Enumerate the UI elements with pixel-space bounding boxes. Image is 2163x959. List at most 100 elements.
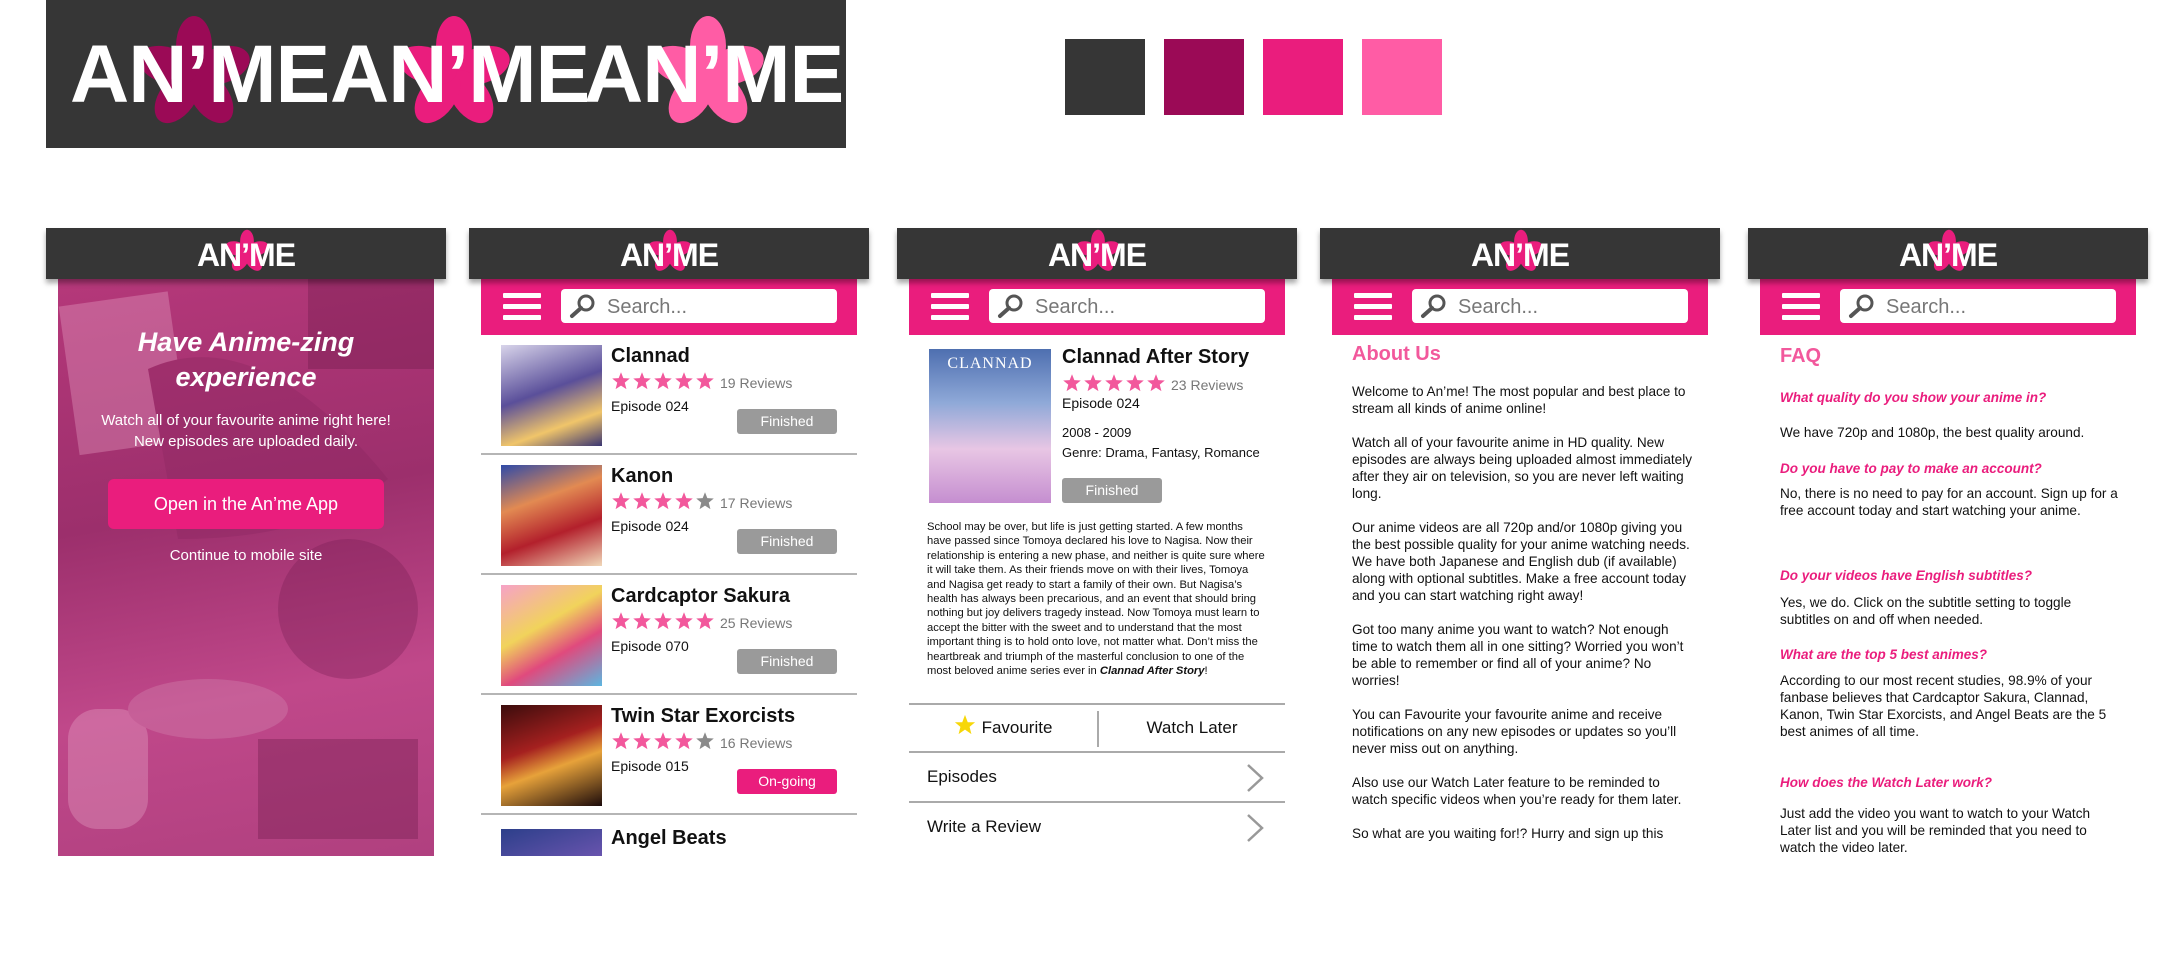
anime-thumbnail[interactable] — [501, 465, 602, 566]
anime-title: Clannad After Story — [1062, 346, 1250, 368]
anime-cover-image: CLANNAD — [929, 349, 1051, 503]
review-count[interactable]: 16 Reviews — [720, 735, 792, 751]
favourite-button[interactable]: Favourite — [909, 705, 1097, 751]
synopsis-text: School may be over, but life is just get… — [927, 520, 1269, 678]
search-input[interactable]: Search... — [1840, 289, 2116, 323]
status-badge: Finished — [737, 529, 837, 554]
star-filled-icon — [696, 372, 714, 390]
rating-stars — [611, 491, 716, 513]
review-count[interactable]: 23 Reviews — [1171, 377, 1243, 393]
continue-to-mobile-link[interactable]: Continue to mobile site — [58, 547, 434, 564]
anime-thumbnail[interactable] — [501, 585, 602, 686]
landing-title-line1: Have Anime-zing — [137, 327, 355, 357]
review-count[interactable]: 25 Reviews — [720, 615, 792, 631]
search-input[interactable]: Search... — [989, 289, 1265, 323]
hamburger-menu-icon[interactable] — [931, 293, 969, 323]
search-bar: Search... — [1332, 279, 1708, 335]
status-badge: Finished — [737, 409, 837, 434]
header-logo[interactable]: AN’ME — [1320, 228, 1720, 279]
anime-list-item[interactable]: Cardcaptor Sakura 25 Reviews Episode 070… — [481, 575, 857, 695]
open-in-app-button[interactable]: Open in the An’me App — [108, 479, 384, 529]
color-swatch — [1164, 39, 1244, 115]
star-filled-icon — [612, 492, 630, 510]
genre-label: Genre: Drama, Fantasy, Romance — [1062, 445, 1260, 460]
search-bar: Search... — [1760, 279, 2136, 335]
anime-thumbnail[interactable] — [501, 829, 602, 856]
search-icon — [998, 294, 1023, 318]
search-input[interactable]: Search... — [1412, 289, 1688, 323]
faq-answer: No, there is no need to pay for an accou… — [1780, 486, 2118, 518]
review-count[interactable]: 17 Reviews — [720, 495, 792, 511]
anime-title[interactable]: Angel Beats — [611, 827, 727, 850]
anime-thumbnail[interactable] — [501, 705, 602, 806]
review-count[interactable]: 19 Reviews — [720, 375, 792, 391]
write-review-label: Write a Review — [927, 817, 1041, 836]
header-logo[interactable]: AN’ME — [469, 228, 869, 279]
star-filled-icon — [633, 492, 651, 510]
synopsis-body: School may be over, but life is just get… — [927, 521, 1265, 678]
star-filled-icon — [612, 732, 630, 750]
logo-variant-2: AN’ME — [330, 8, 590, 140]
header-logo[interactable]: AN’ME — [1748, 228, 2148, 279]
faq-question[interactable]: Do you have to pay to make an account? — [1780, 461, 2042, 476]
star-filled-icon — [1063, 374, 1081, 392]
header-logo[interactable]: AN’ME — [46, 228, 446, 279]
star-empty-icon — [696, 492, 714, 510]
anime-thumbnail[interactable] — [501, 345, 602, 446]
app-header: AN’ME — [46, 228, 446, 279]
about-paragraph: You can Favourite your favourite anime a… — [1352, 707, 1677, 756]
hamburger-menu-icon[interactable] — [503, 293, 541, 323]
header-logo[interactable]: AN’ME — [897, 228, 1297, 279]
search-icon — [1421, 294, 1446, 318]
chevron-right-icon — [1247, 814, 1264, 842]
rating-stars — [611, 611, 716, 633]
chevron-right-icon — [1247, 764, 1264, 792]
about-paragraph: Also use our Watch Later feature to be r… — [1352, 775, 1682, 807]
watch-later-button[interactable]: Watch Later — [1099, 705, 1285, 751]
about-body: Search... About Us Welcome to An’me! The… — [1332, 279, 1708, 856]
star-icon — [954, 714, 975, 735]
color-swatch — [1362, 39, 1442, 115]
landing-title-line2: experience — [175, 362, 317, 392]
search-input[interactable]: Search... — [561, 289, 837, 323]
header-logo-text: AN’ME — [1470, 237, 1570, 273]
search-placeholder: Search... — [1458, 296, 1539, 318]
header-logo-text: AN’ME — [196, 237, 296, 273]
star-filled-icon — [1126, 374, 1144, 392]
anime-list-item[interactable]: Twin Star Exorcists 16 Reviews Episode 0… — [481, 695, 857, 815]
logo-text: AN’ME — [584, 29, 844, 120]
status-badge: On-going — [737, 769, 837, 794]
header-logo-text: AN’ME — [619, 237, 719, 273]
write-review-row[interactable]: Write a Review — [909, 803, 1285, 853]
anime-title[interactable]: Kanon — [611, 465, 673, 488]
anime-list-item[interactable]: Clannad 19 Reviews Episode 024 Finished — [481, 335, 857, 455]
anime-title[interactable]: Clannad — [611, 345, 690, 368]
hamburger-menu-icon[interactable] — [1782, 293, 1820, 323]
faq-question[interactable]: What are the top 5 best animes? — [1780, 647, 1987, 662]
faq-question[interactable]: Do your videos have English subtitles? — [1780, 568, 2032, 583]
logo-text: AN’ME — [70, 29, 330, 120]
star-filled-icon — [612, 612, 630, 630]
episodes-row[interactable]: Episodes — [909, 753, 1285, 803]
anime-list-item[interactable]: Angel Beats — [481, 815, 857, 856]
faq-question[interactable]: What quality do you show your anime in? — [1780, 390, 2046, 405]
rating-stars — [611, 371, 716, 393]
anime-title[interactable]: Cardcaptor Sakura — [611, 585, 790, 608]
logo-variant-1: AN’ME — [70, 8, 330, 140]
status-badge: Finished — [1062, 478, 1162, 503]
header-logo-text: AN’ME — [1898, 237, 1998, 273]
faq-question[interactable]: How does the Watch Later work? — [1780, 775, 1992, 790]
star-filled-icon — [1105, 374, 1123, 392]
synopsis-end: ! — [1204, 665, 1208, 678]
cover-title: CLANNAD — [947, 355, 1033, 372]
list-body: Search... Clannad 19 Reviews Episode 024… — [481, 279, 857, 856]
star-filled-icon — [654, 612, 672, 630]
landing-subtitle-line1: Watch all of your favourite anime right … — [101, 412, 391, 429]
anime-title[interactable]: Twin Star Exorcists — [611, 705, 795, 728]
phone-faq: AN’ME Search... FAQ What quality do you … — [1748, 228, 2148, 856]
phone-landing: AN’ME Have Anime-zing experience Watch a… — [46, 228, 446, 856]
phone-anime-detail: AN’ME Search... CLANNAD Clannad After St… — [897, 228, 1297, 856]
anime-list-item[interactable]: Kanon 17 Reviews Episode 024 Finished — [481, 455, 857, 575]
episode-label: Episode 015 — [611, 758, 689, 774]
hamburger-menu-icon[interactable] — [1354, 293, 1392, 323]
